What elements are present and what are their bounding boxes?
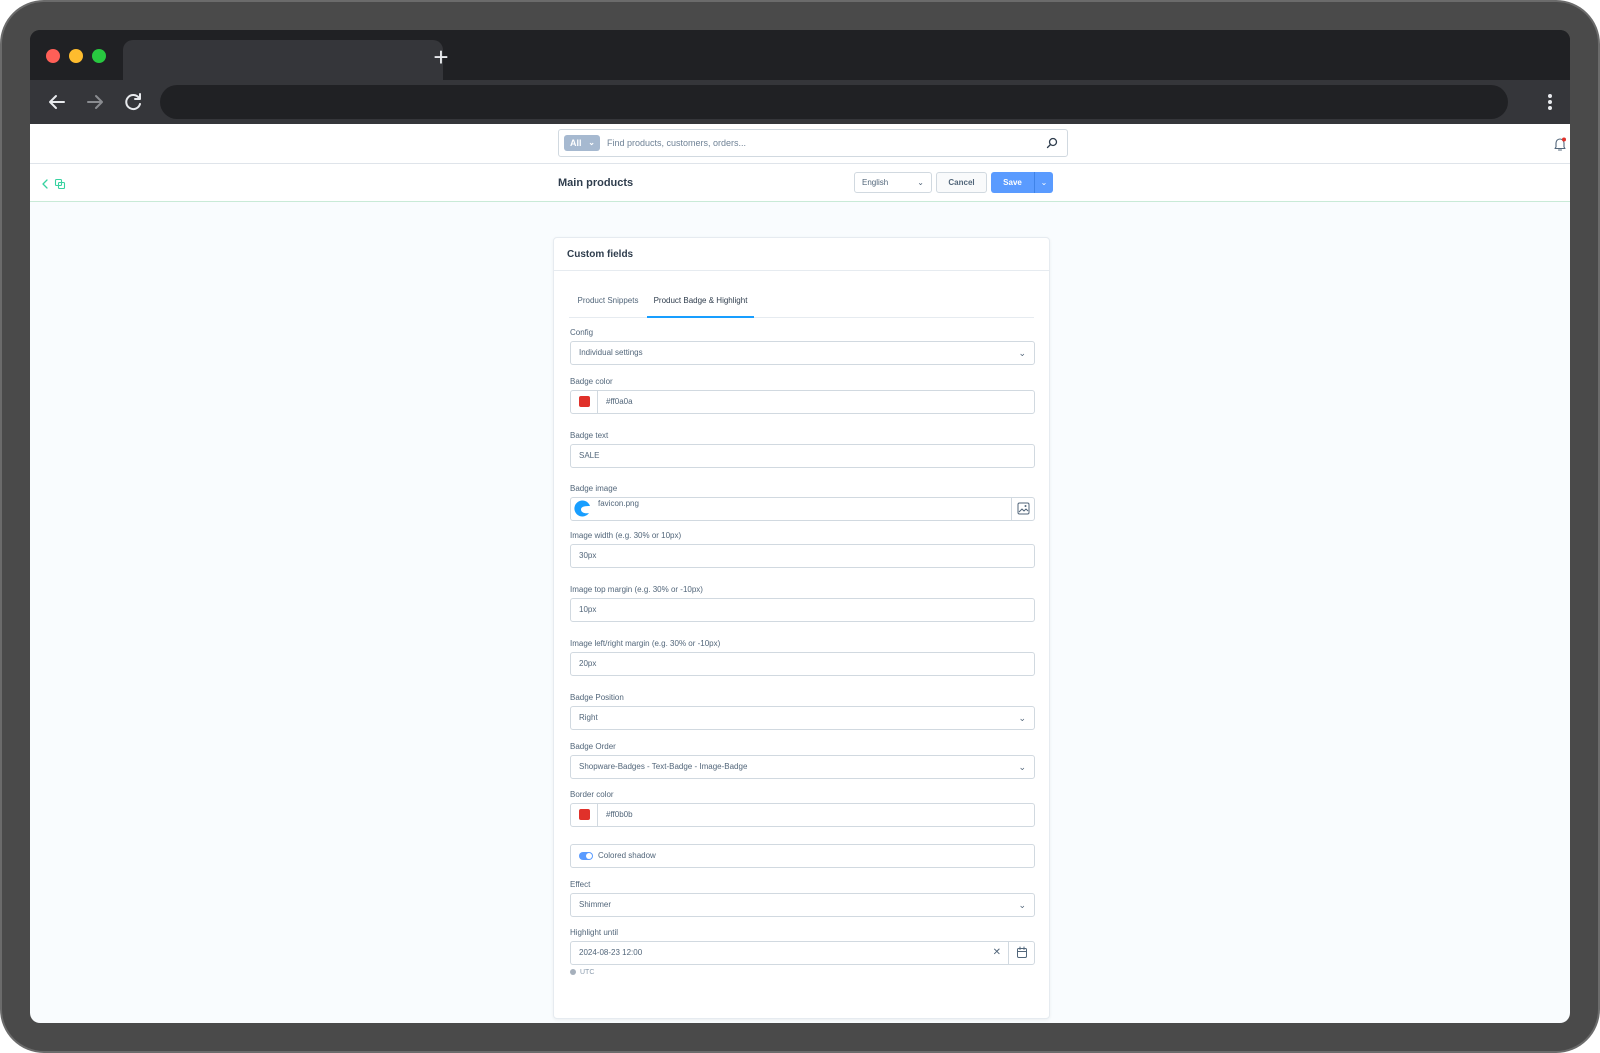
forward-arrow-icon[interactable] (80, 87, 110, 117)
config-value: Individual settings (579, 348, 643, 357)
tab-product-snippets[interactable]: Product Snippets (569, 286, 647, 318)
image-lr-margin-value: 20px (579, 659, 597, 668)
colored-shadow-field[interactable]: Colored shadow (570, 844, 1035, 868)
maximize-window-button[interactable] (92, 49, 106, 63)
colored-shadow-label: Colored shadow (598, 851, 656, 860)
color-swatch (579, 809, 590, 820)
chevron-down-icon: ⌄ (1018, 713, 1026, 723)
badge-order-select[interactable]: Shopware-Badges - Text-Badge - Image-Bad… (570, 755, 1035, 779)
globe-icon (570, 969, 576, 975)
search-input[interactable] (607, 134, 1027, 152)
effect-label: Effect (570, 880, 591, 889)
badge-order-label: Badge Order (570, 742, 616, 751)
card-title: Custom fields (554, 238, 1049, 271)
products-module-icon (54, 177, 66, 190)
custom-field-set-tabs: Product Snippets Product Badge & Highlig… (569, 286, 1034, 318)
image-top-margin-label: Image top margin (e.g. 30% or -10px) (570, 585, 703, 594)
browser-window: + All ⌄ Find products, customers, orders… (30, 30, 1570, 1023)
calendar-icon[interactable] (1008, 942, 1034, 964)
save-button[interactable]: Save (991, 172, 1034, 193)
timezone-value: UTC (580, 969, 595, 976)
chevron-down-icon: ⌄ (1040, 178, 1048, 187)
chevron-down-icon: ⌄ (1018, 900, 1026, 910)
border-color-value: #ff0b0b (606, 810, 633, 819)
effect-value: Shimmer (579, 900, 612, 909)
color-swatch (579, 396, 590, 407)
global-search-bar: All ⌄ (30, 124, 1570, 164)
close-window-button[interactable] (46, 49, 60, 63)
badge-position-label: Badge Position (570, 693, 624, 702)
badge-color-swatch-button[interactable] (571, 391, 598, 413)
badge-position-value: Right (579, 713, 598, 722)
language-select[interactable]: English ⌄ (854, 172, 932, 193)
back-arrow-icon[interactable] (42, 87, 72, 117)
highlight-until-label: Highlight until (570, 928, 619, 937)
badge-color-label: Badge color (570, 377, 613, 386)
page-title: Main products (558, 177, 634, 189)
image-top-margin-value: 10px (579, 605, 597, 614)
reload-icon[interactable] (118, 87, 148, 117)
search-icon[interactable] (1045, 136, 1059, 150)
tab-strip: + (30, 30, 1570, 80)
chevron-down-icon: ⌄ (917, 178, 924, 187)
badge-image-field[interactable]: favicon.png (570, 497, 1035, 521)
timezone-hint: UTC (570, 969, 594, 976)
badge-color-field[interactable]: #ff0a0a (570, 390, 1035, 414)
open-media-icon[interactable] (1011, 498, 1034, 520)
border-color-label: Border color (570, 790, 614, 799)
new-tab-button[interactable]: + (426, 42, 456, 72)
badge-text-input[interactable]: SALE (570, 444, 1035, 468)
badge-image-label: Badge image (570, 484, 618, 493)
border-color-swatch-button[interactable] (571, 804, 598, 826)
address-bar[interactable] (160, 85, 1508, 119)
colored-shadow-toggle[interactable] (579, 852, 593, 860)
global-search: All ⌄ (558, 129, 1068, 157)
badge-color-value: #ff0a0a (606, 397, 633, 406)
search-type-label: All (570, 138, 582, 148)
browser-tab[interactable] (123, 40, 443, 80)
highlight-until-datepicker[interactable]: 2024-08-23 12:00 ✕ (570, 941, 1035, 965)
custom-fields-card: Custom fields Product Snippets Product B… (553, 237, 1050, 1019)
chevron-down-icon: ⌄ (588, 138, 595, 147)
browser-toolbar (30, 80, 1570, 124)
badge-text-label: Badge text (570, 431, 609, 440)
notification-bell-icon[interactable] (1552, 136, 1568, 152)
config-label: Config (570, 328, 594, 337)
minimize-window-button[interactable] (69, 49, 83, 63)
image-lr-margin-label: Image left/right margin (e.g. 30% or -10… (570, 639, 721, 648)
badge-image-filename: favicon.png (598, 499, 639, 508)
tab-product-badge-highlight[interactable]: Product Badge & Highlight (647, 286, 754, 318)
image-width-label: Image width (e.g. 30% or 10px) (570, 531, 682, 540)
smart-bar: Main products English ⌄ Cancel Save ⌄ (30, 164, 1570, 202)
search-type-select[interactable]: All ⌄ (564, 135, 600, 151)
chevron-down-icon: ⌄ (1018, 762, 1026, 772)
badge-text-value: SALE (579, 451, 600, 460)
cancel-button[interactable]: Cancel (936, 172, 987, 193)
more-options-icon[interactable] (1540, 87, 1560, 117)
language-value: English (862, 178, 889, 187)
config-select[interactable]: Individual settings ⌄ (570, 341, 1035, 365)
image-top-margin-input[interactable]: 10px (570, 598, 1035, 622)
app-viewport: All ⌄ Main products English (30, 124, 1570, 1023)
image-lr-margin-input[interactable]: 20px (570, 652, 1035, 676)
border-color-field[interactable]: #ff0b0b (570, 803, 1035, 827)
effect-select[interactable]: Shimmer ⌄ (570, 893, 1035, 917)
shopware-logo-icon (572, 499, 592, 519)
clear-date-icon[interactable]: ✕ (993, 942, 1001, 964)
highlight-until-value: 2024-08-23 12:00 (579, 948, 643, 957)
chevron-down-icon: ⌄ (1018, 348, 1026, 358)
image-width-input[interactable]: 30px (570, 544, 1035, 568)
save-options-button[interactable]: ⌄ (1034, 172, 1053, 193)
image-width-value: 30px (579, 551, 597, 560)
badge-position-select[interactable]: Right ⌄ (570, 706, 1035, 730)
badge-order-value: Shopware-Badges - Text-Badge - Image-Bad… (579, 762, 748, 771)
back-chevron-icon[interactable] (40, 177, 50, 189)
